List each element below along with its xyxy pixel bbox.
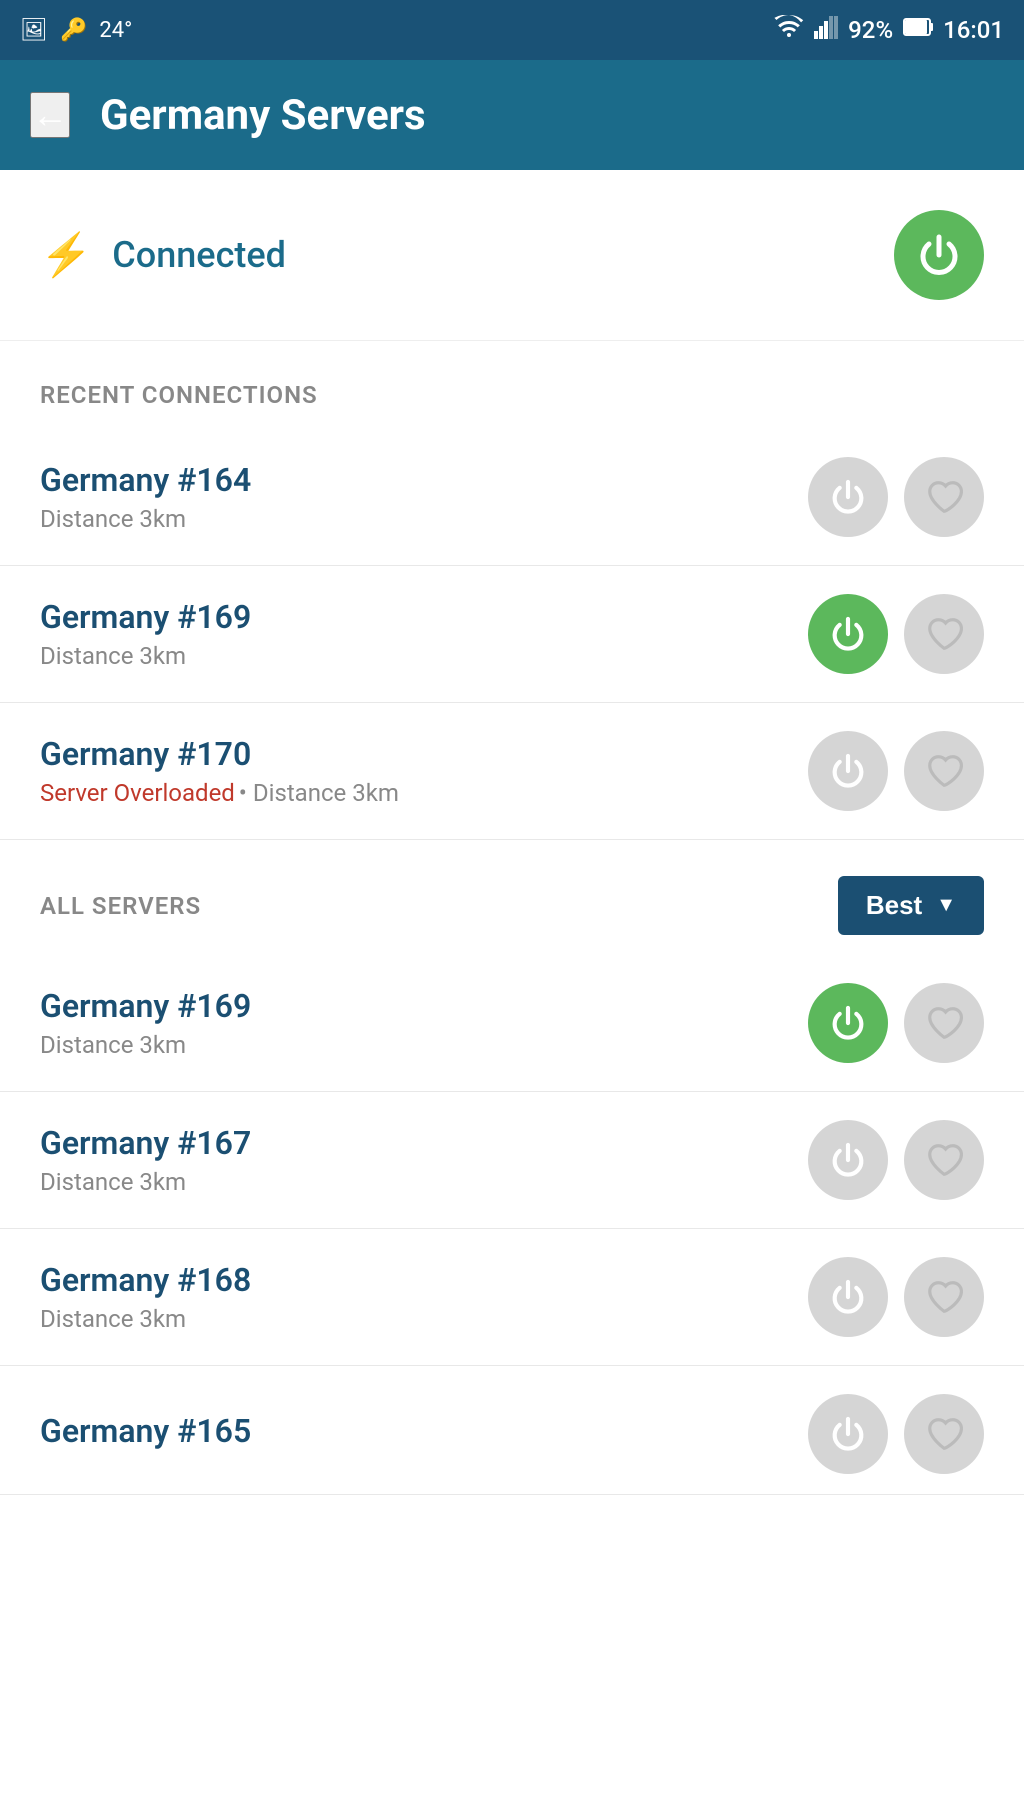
favorite-button-164[interactable]	[904, 457, 984, 537]
all-server-name-168: Germany #168	[40, 1261, 808, 1299]
all-server-actions-169	[808, 983, 984, 1063]
screen-icon: 🖼	[20, 18, 48, 43]
all-server-distance-167: Distance 3km	[40, 1168, 808, 1196]
all-favorite-button-167[interactable]	[904, 1120, 984, 1200]
all-favorite-button-168[interactable]	[904, 1257, 984, 1337]
all-power-button-167[interactable]	[808, 1120, 888, 1200]
favorite-button-169-recent[interactable]	[904, 594, 984, 674]
server-actions-164	[808, 457, 984, 537]
signal-icon	[814, 15, 838, 45]
all-server-info-169: Germany #169 Distance 3km	[40, 987, 808, 1059]
server-actions-169	[808, 594, 984, 674]
all-server-name-167: Germany #167	[40, 1124, 808, 1162]
all-server-item-169: Germany #169 Distance 3km	[0, 955, 1024, 1092]
all-server-actions-168	[808, 1257, 984, 1337]
all-server-item-165: Germany #165	[0, 1366, 1024, 1495]
all-server-distance-168: Distance 3km	[40, 1305, 808, 1333]
server-name-170: Germany #170	[40, 735, 808, 773]
all-servers-label: ALL SERVERS	[40, 892, 201, 920]
recent-server-item-169: Germany #169 Distance 3km	[0, 566, 1024, 703]
sort-best-label: Best	[866, 890, 922, 921]
status-bar-right: 92% 16:01	[774, 15, 1004, 45]
connection-status: Connected	[112, 234, 286, 276]
all-power-button-168[interactable]	[808, 1257, 888, 1337]
all-server-info-167: Germany #167 Distance 3km	[40, 1124, 808, 1196]
overloaded-label-170: Server Overloaded	[40, 779, 235, 807]
key-icon: 🔑	[60, 18, 87, 43]
main-content: ⚡ Connected RECENT CONNECTIONS Germany #…	[0, 170, 1024, 1820]
server-info-170: Germany #170 Server Overloaded • Distanc…	[40, 735, 808, 807]
all-server-item-168: Germany #168 Distance 3km	[0, 1229, 1024, 1366]
all-power-button-165[interactable]	[808, 1394, 888, 1474]
all-server-info-165: Germany #165	[40, 1412, 808, 1456]
all-server-item-167: Germany #167 Distance 3km	[0, 1092, 1024, 1229]
temp-label: 24°	[99, 18, 132, 43]
all-power-button-169[interactable]	[808, 983, 888, 1063]
status-bar-left: 🖼 🔑 24°	[20, 18, 132, 43]
server-status-170: Server Overloaded • Distance 3km	[40, 779, 808, 807]
all-server-info-168: Germany #168 Distance 3km	[40, 1261, 808, 1333]
server-name-169: Germany #169	[40, 598, 808, 636]
back-button[interactable]: ←	[30, 92, 70, 138]
server-actions-170	[808, 731, 984, 811]
connected-left: ⚡ Connected	[40, 231, 286, 280]
server-distance-164: Distance 3km	[40, 505, 808, 533]
server-distance-170: Distance 3km	[253, 779, 399, 807]
sort-arrow-icon: ▼	[936, 894, 956, 917]
all-server-distance-169: Distance 3km	[40, 1031, 808, 1059]
power-button-169[interactable]	[808, 594, 888, 674]
power-button-170[interactable]	[808, 731, 888, 811]
all-server-name-165: Germany #165	[40, 1412, 808, 1450]
main-power-button[interactable]	[894, 210, 984, 300]
recent-connections-header: RECENT CONNECTIONS	[0, 341, 1024, 429]
recent-server-item-164: Germany #164 Distance 3km	[0, 429, 1024, 566]
server-info-164: Germany #164 Distance 3km	[40, 461, 808, 533]
time-label: 16:01	[943, 16, 1004, 44]
battery-icon	[903, 16, 933, 44]
status-bar: 🖼 🔑 24° 92% 16:01	[0, 0, 1024, 60]
all-favorite-button-169[interactable]	[904, 983, 984, 1063]
power-button-164[interactable]	[808, 457, 888, 537]
header: ← Germany Servers	[0, 60, 1024, 170]
server-distance-169: Distance 3km	[40, 642, 808, 670]
wifi-icon	[774, 15, 804, 45]
recent-server-item-170: Germany #170 Server Overloaded • Distanc…	[0, 703, 1024, 840]
page-title: Germany Servers	[100, 91, 426, 140]
all-favorite-button-165[interactable]	[904, 1394, 984, 1474]
all-servers-header-row: ALL SERVERS Best ▼	[0, 840, 1024, 955]
sort-best-button[interactable]: Best ▼	[838, 876, 984, 935]
battery-percent: 92%	[848, 16, 893, 44]
favorite-button-170[interactable]	[904, 731, 984, 811]
all-server-name-169: Germany #169	[40, 987, 808, 1025]
all-server-actions-165	[808, 1394, 984, 1474]
server-name-164: Germany #164	[40, 461, 808, 499]
server-info-169: Germany #169 Distance 3km	[40, 598, 808, 670]
lightning-icon: ⚡	[40, 231, 92, 280]
connected-row: ⚡ Connected	[0, 170, 1024, 341]
dot-separator-170: •	[239, 779, 253, 807]
all-server-actions-167	[808, 1120, 984, 1200]
